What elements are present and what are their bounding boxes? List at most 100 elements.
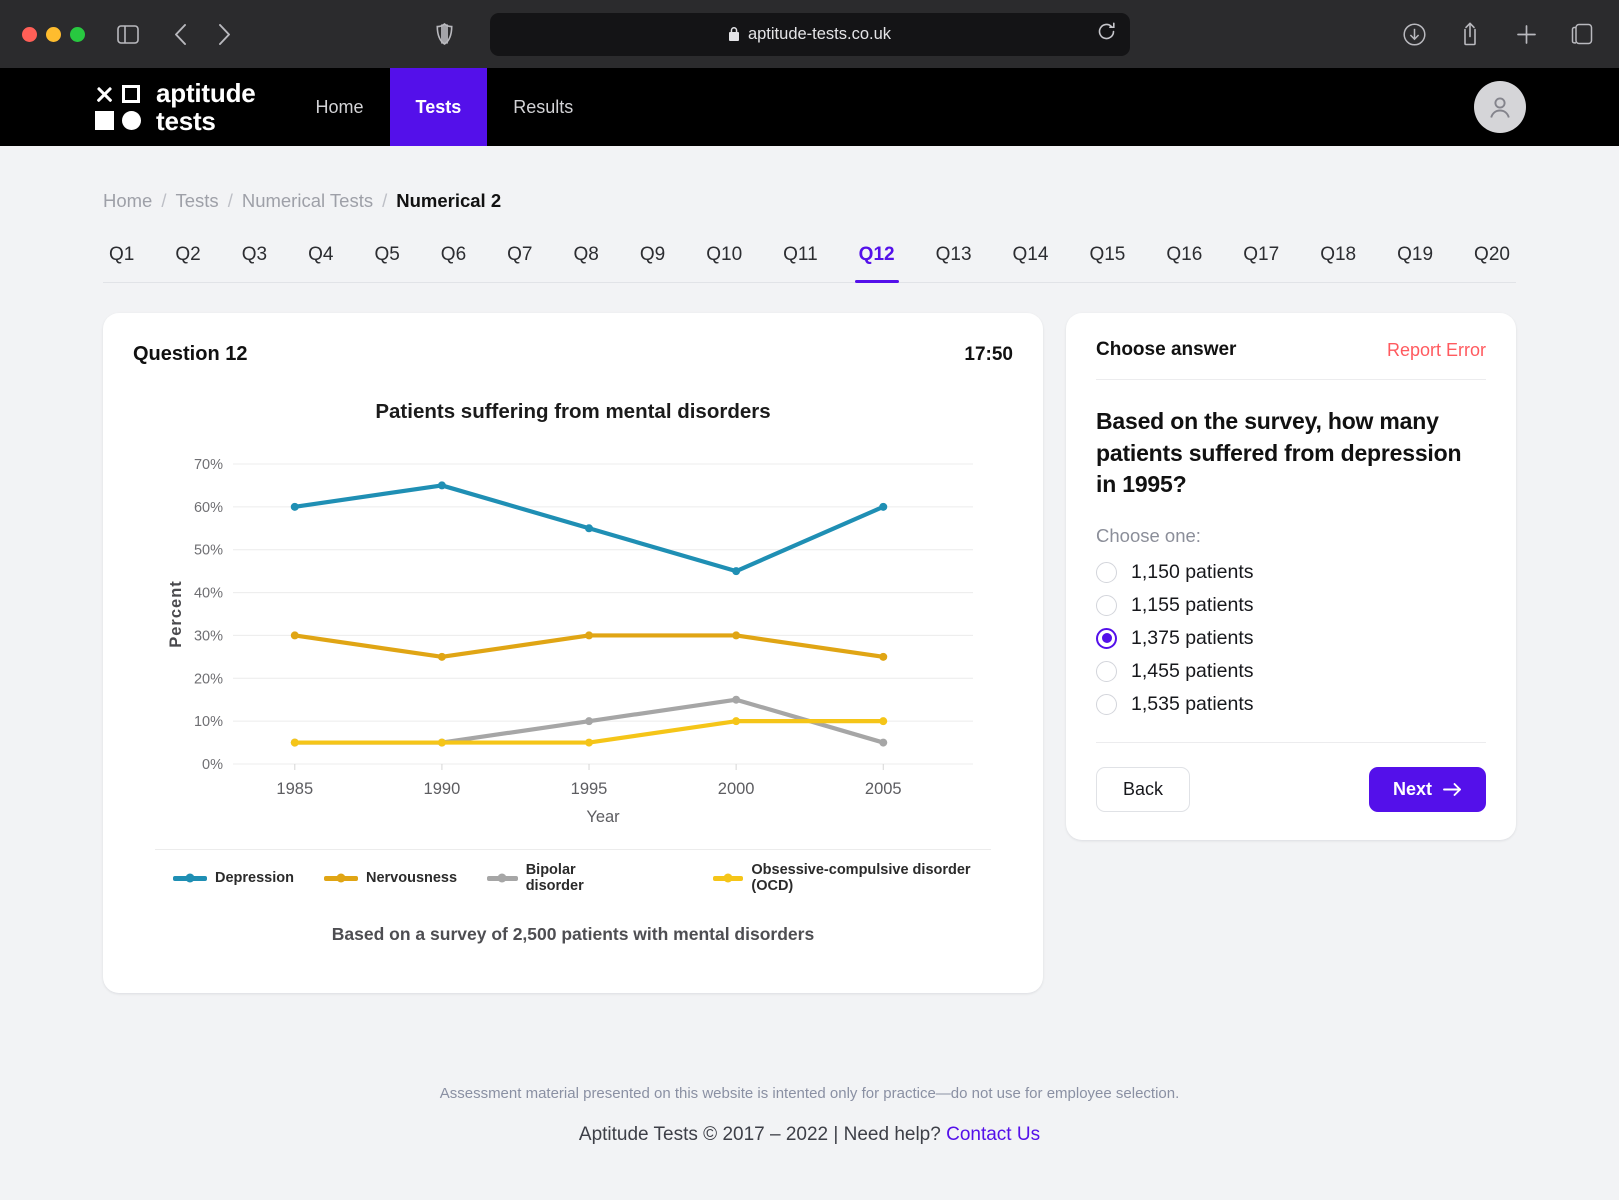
svg-text:0%: 0% [202, 757, 223, 773]
maximize-window-button[interactable] [70, 27, 85, 42]
user-avatar-icon[interactable] [1474, 81, 1526, 133]
tab-q12[interactable]: Q12 [855, 238, 899, 282]
breadcrumb-item-tests[interactable]: Tests [176, 190, 219, 212]
nav-item-tests[interactable]: Tests [390, 68, 488, 146]
tab-q7[interactable]: Q7 [503, 238, 536, 282]
legend-label-ocd: Obsessive-compulsive disorder (OCD) [751, 862, 991, 894]
answer-option-label: 1,155 patients [1131, 594, 1254, 617]
question-timer: 17:50 [964, 344, 1013, 366]
radio-icon[interactable] [1096, 694, 1117, 715]
tab-q16[interactable]: Q16 [1162, 238, 1206, 282]
legend-swatch-ocd [713, 876, 744, 881]
nav-item-home[interactable]: Home [290, 68, 390, 146]
tab-q2[interactable]: Q2 [171, 238, 204, 282]
window-controls [22, 27, 85, 42]
browser-toolbar: aptitude-tests.co.uk [0, 0, 1619, 68]
tab-q5[interactable]: Q5 [370, 238, 403, 282]
svg-text:70%: 70% [194, 457, 223, 473]
breadcrumb-separator: / [161, 190, 166, 212]
nav-item-results[interactable]: Results [487, 68, 599, 146]
logo-square-filled-icon [95, 111, 114, 130]
logo-mark-icon [93, 84, 142, 131]
legend-item-ocd: Obsessive-compulsive disorder (OCD) [713, 862, 991, 894]
question-number: Question 12 [133, 343, 247, 366]
brand-line-2: tests [156, 107, 256, 135]
answer-option-5[interactable]: 1,535 patients [1096, 693, 1486, 716]
sidebar-toggle-icon[interactable] [113, 19, 143, 49]
reload-icon[interactable] [1097, 22, 1116, 46]
answer-option-3[interactable]: 1,375 patients [1096, 627, 1486, 650]
tab-q4[interactable]: Q4 [304, 238, 337, 282]
site-logo[interactable]: aptitude tests [0, 68, 290, 146]
chart-plot: 0%10%20%30%40%50%60%70%19851990199520002… [155, 446, 991, 841]
tab-q18[interactable]: Q18 [1316, 238, 1360, 282]
breadcrumb-separator: / [382, 190, 387, 212]
tab-q1[interactable]: Q1 [105, 238, 138, 282]
radio-icon[interactable] [1096, 595, 1117, 616]
question-prompt: Based on the survey, how many patients s… [1096, 406, 1486, 501]
minimize-window-button[interactable] [46, 27, 61, 42]
chart: Patients suffering from mental disorders… [133, 400, 1013, 945]
back-button[interactable]: Back [1096, 767, 1190, 812]
page-viewport: aptitude tests Home Tests Results Home /… [0, 68, 1619, 1200]
breadcrumb-item-numerical-tests[interactable]: Numerical Tests [242, 190, 373, 212]
toolbar-actions [1399, 19, 1597, 49]
report-error-link[interactable]: Report Error [1387, 340, 1486, 361]
question-card-header: Question 12 17:50 [133, 343, 1013, 366]
back-arrow-icon[interactable] [165, 19, 195, 49]
chart-legend: Depression Nervousness Bipolar disorder [155, 849, 991, 894]
radio-icon[interactable] [1096, 661, 1117, 682]
radio-icon-selected[interactable] [1096, 628, 1117, 649]
tab-q9[interactable]: Q9 [636, 238, 669, 282]
arrow-right-icon [1443, 782, 1462, 797]
download-icon[interactable] [1399, 19, 1429, 49]
address-bar[interactable]: aptitude-tests.co.uk [490, 13, 1130, 56]
next-button-label: Next [1393, 779, 1432, 800]
lock-icon [728, 27, 740, 42]
contact-us-link[interactable]: Contact Us [946, 1124, 1040, 1145]
svg-text:1985: 1985 [276, 780, 313, 798]
choose-answer-heading: Choose answer [1096, 339, 1236, 361]
breadcrumb-separator: / [228, 190, 233, 212]
legend-label-nervousness: Nervousness [366, 870, 457, 886]
tab-q10[interactable]: Q10 [702, 238, 746, 282]
answer-option-label: 1,455 patients [1131, 660, 1254, 683]
tab-q13[interactable]: Q13 [932, 238, 976, 282]
tab-q3[interactable]: Q3 [238, 238, 271, 282]
close-window-button[interactable] [22, 27, 37, 42]
tab-q17[interactable]: Q17 [1239, 238, 1283, 282]
tab-q8[interactable]: Q8 [570, 238, 603, 282]
privacy-shield-icon[interactable] [429, 19, 459, 49]
answer-option-1[interactable]: 1,150 patients [1096, 561, 1486, 584]
legend-item-nervousness: Nervousness [324, 870, 457, 886]
legend-swatch-bipolar [487, 876, 518, 881]
svg-text:2005: 2005 [865, 780, 902, 798]
choose-one-label: Choose one: [1096, 525, 1486, 547]
forward-arrow-icon[interactable] [209, 19, 239, 49]
new-tab-icon[interactable] [1511, 19, 1541, 49]
tab-q14[interactable]: Q14 [1009, 238, 1053, 282]
svg-text:Year: Year [586, 808, 620, 826]
breadcrumb-item-home[interactable]: Home [103, 190, 152, 212]
footer-copyright-text: Aptitude Tests © 2017 – 2022 | Need help… [579, 1124, 946, 1145]
legend-label-bipolar: Bipolar disorder [526, 862, 627, 894]
tab-overview-icon[interactable] [1567, 19, 1597, 49]
answer-option-4[interactable]: 1,455 patients [1096, 660, 1486, 683]
tab-q20[interactable]: Q20 [1470, 238, 1514, 282]
chart-title: Patients suffering from mental disorders [155, 400, 991, 424]
breadcrumb: Home / Tests / Numerical Tests / Numeric… [103, 146, 1516, 212]
radio-icon[interactable] [1096, 562, 1117, 583]
tab-q6[interactable]: Q6 [437, 238, 470, 282]
tab-q19[interactable]: Q19 [1393, 238, 1437, 282]
answer-option-label: 1,375 patients [1131, 627, 1254, 650]
legend-swatch-depression [173, 876, 207, 881]
chart-caption: Based on a survey of 2,500 patients with… [155, 924, 991, 945]
svg-text:1990: 1990 [424, 780, 461, 798]
share-icon[interactable] [1455, 19, 1485, 49]
tab-q11[interactable]: Q11 [779, 238, 822, 282]
tab-q15[interactable]: Q15 [1085, 238, 1129, 282]
answer-option-2[interactable]: 1,155 patients [1096, 594, 1486, 617]
next-button[interactable]: Next [1369, 767, 1486, 812]
svg-text:30%: 30% [194, 628, 223, 644]
answer-panel-header: Choose answer Report Error [1096, 339, 1486, 380]
